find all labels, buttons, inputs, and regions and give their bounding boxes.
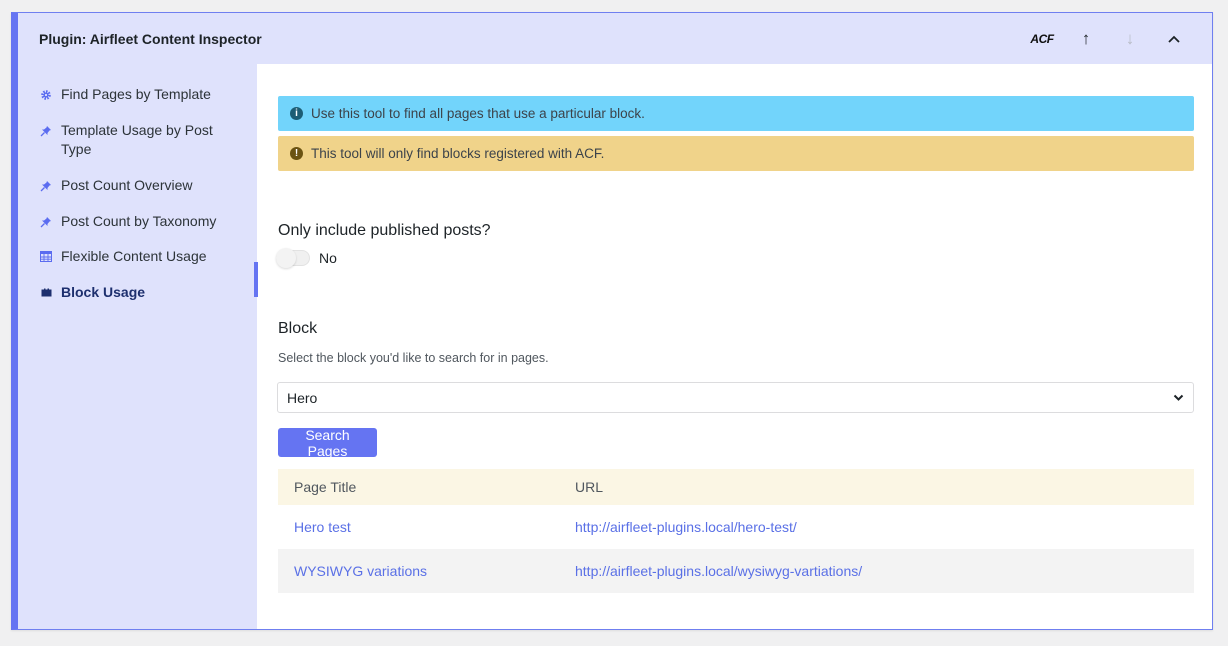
info-notice-text: Use this tool to find all pages that use… bbox=[311, 106, 645, 121]
panel-header: Plugin: Airfleet Content Inspector ACF ↑… bbox=[18, 13, 1212, 64]
gear-icon bbox=[39, 85, 53, 104]
column-header-page-title: Page Title bbox=[294, 479, 357, 495]
chevron-up-icon bbox=[1168, 35, 1180, 43]
arrow-up-icon: ↑ bbox=[1081, 29, 1091, 48]
acf-logo: ACF bbox=[1030, 31, 1054, 46]
block-select-value: Hero bbox=[287, 389, 318, 406]
published-toggle-row: No bbox=[276, 248, 337, 268]
collapse-button[interactable] bbox=[1152, 13, 1196, 64]
page-title-link[interactable]: Hero test bbox=[294, 519, 351, 535]
warning-notice-text: This tool will only find blocks register… bbox=[311, 146, 605, 161]
arrow-down-icon: ↓ bbox=[1125, 29, 1135, 48]
sidebar-item-label: Block Usage bbox=[61, 284, 146, 300]
toggle-knob bbox=[276, 248, 296, 268]
sidebar-item-find-pages-by-template[interactable]: Find Pages by Template bbox=[18, 85, 257, 104]
block-hint: Select the block you'd like to search fo… bbox=[278, 351, 549, 365]
move-up-button[interactable]: ↑ bbox=[1064, 13, 1108, 64]
acf-logo-button[interactable]: ACF bbox=[1020, 13, 1064, 64]
page-title-link[interactable]: WYSIWYG variations bbox=[294, 563, 427, 579]
table-row: Hero test http://airfleet-plugins.local/… bbox=[278, 505, 1194, 549]
sidebar-item-post-count-by-taxonomy[interactable]: Post Count by Taxonomy bbox=[18, 212, 257, 231]
page-url-link[interactable]: http://airfleet-plugins.local/hero-test/ bbox=[575, 519, 797, 535]
pin-icon bbox=[39, 212, 53, 231]
sidebar-item-label: Post Count Overview bbox=[61, 177, 193, 193]
block-label: Block bbox=[278, 320, 318, 337]
info-icon: i bbox=[290, 107, 303, 120]
published-toggle[interactable] bbox=[276, 248, 310, 268]
plugin-panel: Plugin: Airfleet Content Inspector ACF ↑… bbox=[11, 12, 1213, 630]
chevron-down-icon bbox=[1173, 394, 1184, 401]
sidebar-item-label: Find Pages by Template bbox=[61, 86, 211, 102]
column-header-url: URL bbox=[575, 479, 604, 495]
sidebar-item-post-count-overview[interactable]: Post Count Overview bbox=[18, 176, 257, 195]
sidebar-item-template-usage-by-post-type[interactable]: Template Usage by Post Type bbox=[18, 121, 257, 159]
results-table: Page Title URL Hero test http://airfleet… bbox=[278, 469, 1194, 593]
table-icon bbox=[39, 247, 53, 266]
block-select[interactable]: Hero bbox=[277, 382, 1194, 413]
warning-notice: ! This tool will only find blocks regist… bbox=[278, 136, 1194, 171]
info-notice: i Use this tool to find all pages that u… bbox=[278, 96, 1194, 131]
sidebar-item-block-usage[interactable]: Block Usage bbox=[18, 283, 257, 302]
sidebar-item-flexible-content-usage[interactable]: Flexible Content Usage bbox=[18, 247, 257, 266]
table-row: WYSIWYG variations http://airfleet-plugi… bbox=[278, 549, 1194, 593]
published-label: Only include published posts? bbox=[278, 222, 491, 239]
page-url-link[interactable]: http://airfleet-plugins.local/wysiwyg-va… bbox=[575, 563, 862, 579]
sidebar: Find Pages by Template Template Usage by… bbox=[18, 64, 258, 629]
block-icon bbox=[39, 283, 53, 302]
panel-title: Plugin: Airfleet Content Inspector bbox=[39, 30, 262, 47]
published-toggle-value: No bbox=[319, 250, 337, 266]
pin-icon bbox=[39, 121, 53, 140]
table-header-row: Page Title URL bbox=[278, 469, 1194, 505]
pin-icon bbox=[39, 176, 53, 195]
sidebar-item-label: Template Usage by Post Type bbox=[61, 122, 213, 157]
main-content: i Use this tool to find all pages that u… bbox=[257, 64, 1212, 629]
search-pages-button[interactable]: Search Pages bbox=[278, 427, 377, 459]
warning-icon: ! bbox=[290, 147, 303, 160]
sidebar-item-label: Flexible Content Usage bbox=[61, 248, 207, 264]
header-actions: ACF ↑ ↓ bbox=[1020, 13, 1196, 64]
move-down-button[interactable]: ↓ bbox=[1108, 13, 1152, 64]
sidebar-item-label: Post Count by Taxonomy bbox=[61, 213, 217, 229]
